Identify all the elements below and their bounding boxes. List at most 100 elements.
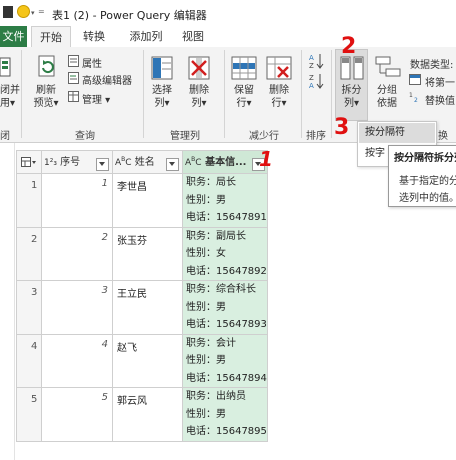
smiley-icon[interactable]: [17, 5, 30, 18]
annotation-step-2: 2: [341, 34, 357, 59]
ribbon-separator: [301, 50, 302, 138]
svg-text:A: A: [309, 82, 314, 89]
split-column-label-1: 拆分: [341, 85, 362, 96]
row-number[interactable]: 1: [16, 173, 42, 228]
keep-rows-button[interactable]: 保留 行▾: [228, 84, 260, 110]
save-icon[interactable]: [3, 6, 13, 18]
close-apply-icon: [0, 57, 11, 77]
basic-info-cell[interactable]: 职务：会计 性别：男 电话：15647894: [182, 333, 268, 388]
table-icon: [21, 156, 36, 167]
index-cell[interactable]: 3: [41, 280, 113, 335]
index-cell[interactable]: 5: [41, 387, 113, 442]
menu-item-by-delimiter[interactable]: 按分隔符: [359, 123, 435, 143]
choose-columns-icon: [151, 56, 173, 80]
tab-home[interactable]: 开始: [31, 26, 71, 49]
column-header-basic-info[interactable]: ABC 基本信...: [182, 150, 268, 174]
ribbon-separator: [224, 50, 225, 138]
basic-info-cell[interactable]: 职务：出纳员 性别：男 电话：15647895: [182, 387, 268, 442]
index-cell[interactable]: 2: [41, 226, 113, 281]
name-cell[interactable]: 郭云风: [112, 387, 183, 442]
close-apply-button[interactable]: 闭并 用▾: [0, 84, 20, 110]
info-line: 电话：15647892: [186, 265, 267, 277]
ribbon-separator: [143, 50, 144, 138]
properties-button[interactable]: 属性: [82, 55, 102, 70]
quick-access-customize-icon[interactable]: =: [38, 7, 45, 16]
basic-info-cell[interactable]: 职务：综合科长 性别：男 电话：15647893: [182, 280, 268, 335]
name-cell[interactable]: 王立民: [112, 280, 183, 335]
data-type-dropdown[interactable]: 数据类型: 文: [410, 56, 456, 71]
column-header-name[interactable]: ABC 姓名: [112, 150, 183, 174]
refresh-label-2: 预览▾: [33, 98, 59, 109]
index-cell[interactable]: 1: [41, 173, 113, 228]
remove-columns-label-2: 列▾: [191, 98, 207, 109]
manage-button[interactable]: 管理 ▾: [82, 91, 110, 106]
choose-columns-button[interactable]: 选择 列▾: [146, 84, 178, 110]
split-column-button[interactable]: 拆分 列▾: [335, 84, 368, 110]
info-line: 电话：15647894: [186, 372, 267, 384]
remove-rows-button[interactable]: 删除 行▾: [263, 84, 295, 110]
column-header-label: 姓名: [134, 157, 155, 168]
refresh-preview-button[interactable]: 刷新 预览▾: [30, 84, 62, 110]
row-number[interactable]: 4: [16, 333, 42, 388]
table-row: 5 5 郭云风 职务：出纳员 性别：男 电话：15647895: [16, 387, 268, 442]
annotation-step-1: 1: [259, 147, 273, 171]
row-number[interactable]: 3: [16, 280, 42, 335]
index-cell[interactable]: 4: [41, 333, 113, 388]
basic-info-cell[interactable]: 职务：局长 性别：男 电话：15647891: [182, 173, 268, 228]
choose-columns-label-1: 选择: [152, 85, 172, 96]
basic-info-cell[interactable]: 职务：副局长 性别：女 电话：15647892: [182, 226, 268, 281]
sort-ascending-icon: AZ: [309, 54, 324, 69]
info-line: 电话：15647891: [186, 212, 267, 223]
table-row: 4 4 赵飞 职务：会计 性别：男 电话：15647894: [16, 333, 268, 388]
advanced-editor-button[interactable]: 高级编辑器: [82, 72, 132, 87]
first-row-icon: [409, 74, 421, 85]
whole-number-type-icon[interactable]: 1²₃: [42, 158, 57, 168]
tab-view[interactable]: 视图: [175, 26, 211, 47]
column-filter-button[interactable]: [96, 158, 109, 171]
table-row: 1 1 李世昌 职务：局长 性别：男 电话：15647891: [16, 173, 268, 228]
use-first-row-button[interactable]: 将第一: [425, 74, 455, 89]
data-grid: 1²₃ 序号 ABC 姓名 ABC 基本信... 1 1 李世昌 职务：局长 性…: [16, 150, 268, 442]
smiley-dropdown-icon[interactable]: ▾: [31, 9, 35, 17]
close-apply-label-2: 用▾: [0, 98, 16, 109]
remove-columns-button[interactable]: 删除 列▾: [183, 84, 215, 110]
tab-add-column[interactable]: 添加列: [121, 26, 171, 47]
choose-columns-label-2: 列▾: [154, 98, 170, 109]
text-type-icon[interactable]: ABC: [183, 156, 202, 168]
remove-rows-label-2: 行▾: [271, 98, 287, 109]
group-by-button[interactable]: 分组 依据: [371, 84, 403, 110]
ribbon-tab-row: 文件 开始 转换 添加列 视图: [0, 26, 456, 49]
name-cell[interactable]: 张玉芬: [112, 226, 183, 281]
table-menu-corner[interactable]: [16, 150, 42, 174]
column-filter-button[interactable]: [166, 158, 179, 171]
column-header-index[interactable]: 1²₃ 序号: [41, 150, 113, 174]
group-label-reduce-rows: 减少行: [249, 131, 279, 142]
advanced-editor-icon: [68, 72, 79, 84]
row-number[interactable]: 2: [16, 226, 42, 281]
svg-text:Z: Z: [309, 62, 314, 69]
queries-pane-collapsed[interactable]: [0, 143, 15, 460]
title-bar: ▾ = 表1 (2) - Power Query 编辑器: [0, 0, 456, 27]
info-line: 性别：男: [186, 194, 226, 206]
window-title: 表1 (2) - Power Query 编辑器: [52, 9, 207, 22]
info-line: 性别：男: [186, 408, 226, 420]
info-line: 电话：15647895: [186, 426, 267, 437]
text-type-icon[interactable]: ABC: [113, 156, 132, 168]
tab-transform[interactable]: 转换: [74, 26, 114, 47]
tooltip-body-line: 选列中的值。: [399, 193, 456, 204]
info-line: 性别：女: [186, 248, 226, 259]
info-line: 职务：副局长: [186, 230, 246, 242]
group-label-transform: 换: [438, 131, 448, 142]
tab-file[interactable]: 文件: [0, 26, 27, 47]
name-cell[interactable]: 赵飞: [112, 333, 183, 388]
name-cell[interactable]: 李世昌: [112, 173, 183, 228]
split-column-label-2: 列▾: [343, 98, 360, 109]
remove-rows-label-1: 删除: [269, 85, 289, 96]
replace-values-button[interactable]: 替换值: [425, 92, 455, 107]
info-line: 电话：15647893: [186, 319, 267, 330]
keep-rows-label-2: 行▾: [236, 98, 252, 109]
row-number[interactable]: 5: [16, 387, 42, 442]
table-row: 3 3 王立民 职务：综合科长 性别：男 电话：15647893: [16, 280, 268, 335]
refresh-label-1: 刷新: [36, 85, 56, 96]
group-by-label-2: 依据: [377, 98, 397, 109]
